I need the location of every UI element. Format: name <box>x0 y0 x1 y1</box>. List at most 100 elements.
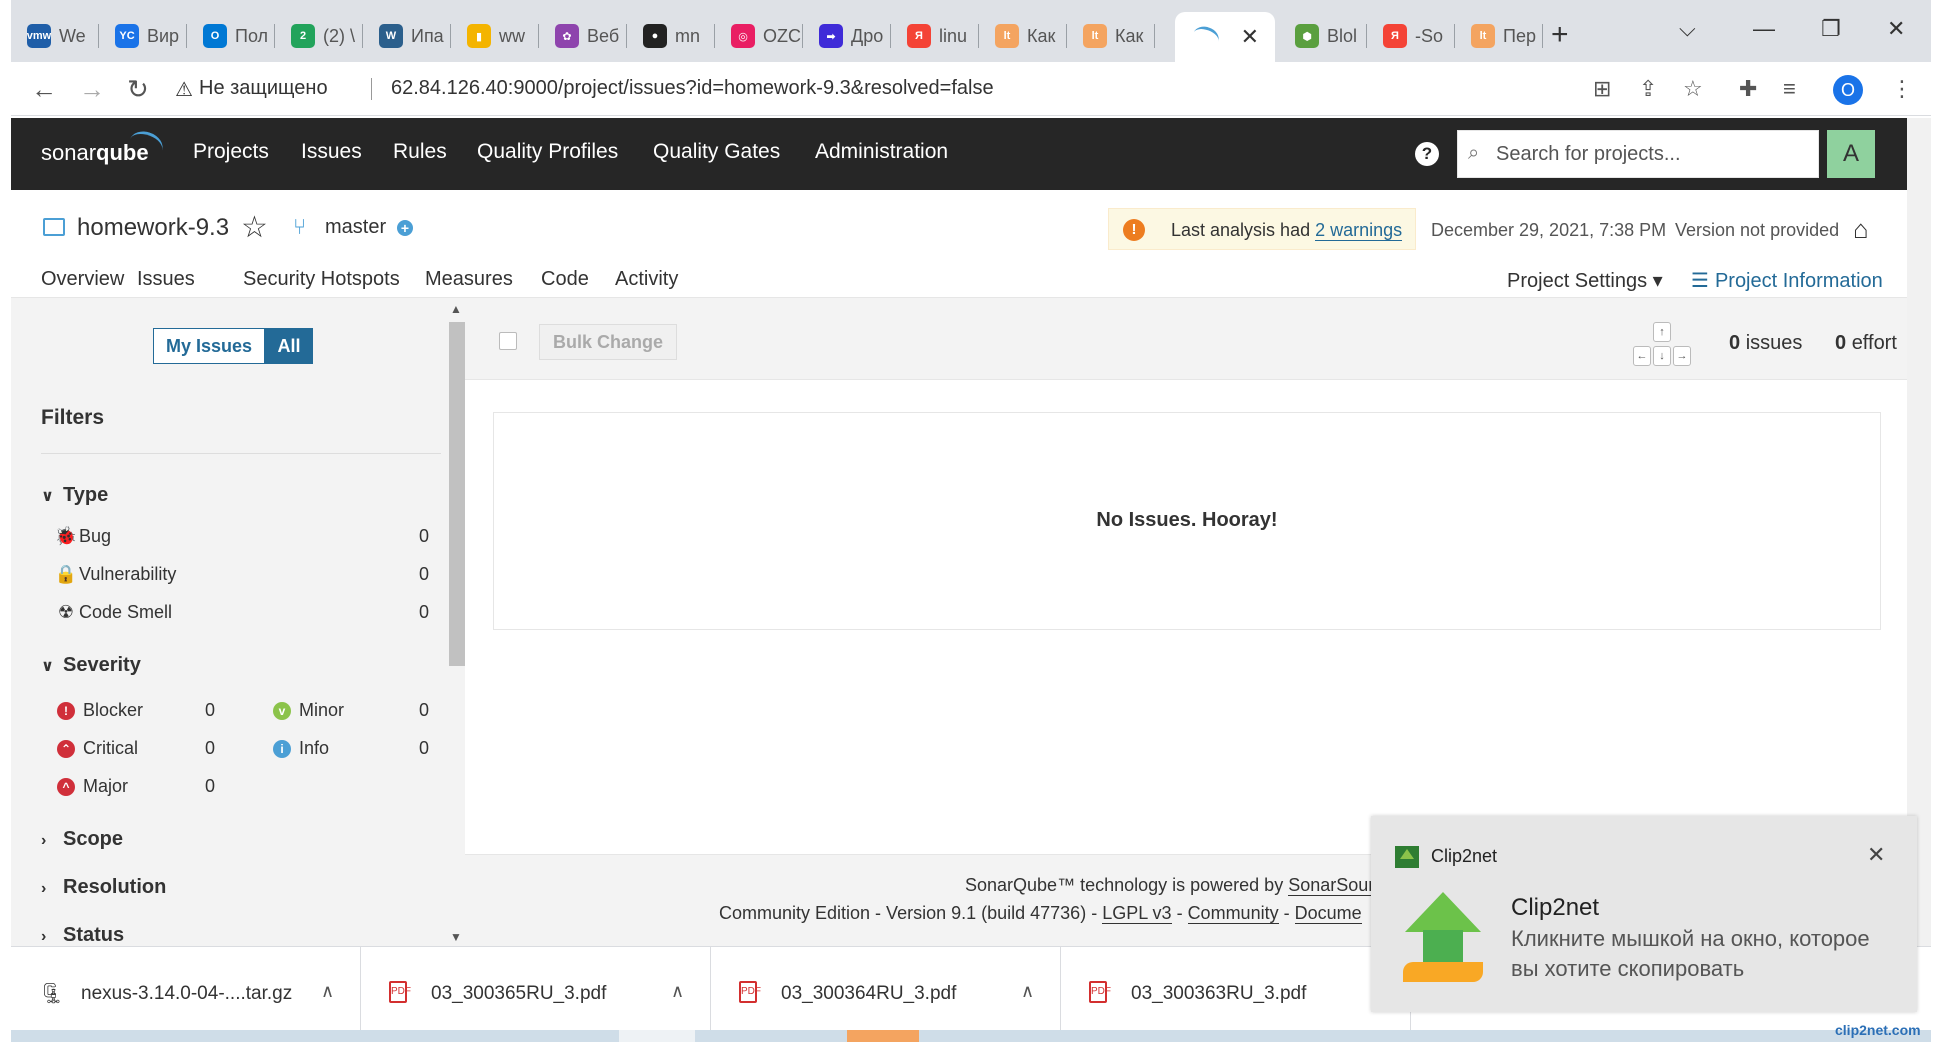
download-item[interactable]: 🗜 nexus-3.14.0-04-....tar.gz ∧ <box>11 947 361 1035</box>
chevron-up-icon[interactable]: ∧ <box>321 981 334 1002</box>
tab-issues[interactable]: Issues <box>137 268 195 302</box>
facet-resolution-header[interactable]: › Resolution <box>41 876 166 899</box>
documentation-link[interactable]: Docume <box>1294 903 1362 924</box>
browser-tab[interactable]: vmw We <box>15 20 99 52</box>
bookmark-star-icon[interactable]: ☆ <box>1683 76 1703 102</box>
browser-tab[interactable]: W Ипа <box>367 20 451 52</box>
media-control-icon[interactable]: ≡ <box>1783 76 1796 102</box>
browser-menu-icon[interactable]: ⋮ <box>1891 76 1913 102</box>
user-avatar[interactable]: A <box>1827 130 1875 178</box>
facet-item-major[interactable]: ^ Major <box>53 776 128 797</box>
facet-severity-header[interactable]: ∨ Severity <box>41 654 141 677</box>
facet-item-minor[interactable]: v Minor <box>269 700 344 721</box>
nav-quality-gates[interactable]: Quality Gates <box>653 140 780 164</box>
browser-tab[interactable]: ▮ ww <box>455 20 539 52</box>
search-input[interactable] <box>1496 131 1806 177</box>
tab-code[interactable]: Code <box>541 268 589 299</box>
tab-measures[interactable]: Measures <box>425 268 513 299</box>
window-close-button[interactable]: ✕ <box>1887 16 1905 42</box>
tab-security-hotspots[interactable]: Security Hotspots <box>243 268 400 299</box>
browser-tab[interactable]: Я -So <box>1371 20 1455 52</box>
restore-button[interactable]: ❐ <box>1821 16 1841 42</box>
browser-tab[interactable]: ⬢ Blol <box>1283 20 1367 52</box>
community-link[interactable]: Community <box>1187 903 1279 924</box>
browser-tab[interactable]: 2 (2) \ <box>279 20 363 52</box>
bulk-change-button[interactable]: Bulk Change <box>539 324 677 360</box>
project-information-link[interactable]: ☰ Project Information <box>1691 268 1883 293</box>
branch-info-icon[interactable]: + <box>397 220 413 236</box>
chevron-up-icon[interactable]: ∧ <box>1021 981 1034 1002</box>
tab-activity[interactable]: Activity <box>615 268 678 299</box>
all-issues-button[interactable]: All <box>265 328 313 364</box>
tab-overview[interactable]: Overview <box>41 268 124 299</box>
scroll-down-arrow-icon[interactable]: ▼ <box>450 930 462 944</box>
nav-issues[interactable]: Issues <box>301 140 362 164</box>
notification-close-icon[interactable]: ✕ <box>1867 842 1885 868</box>
close-tab-icon[interactable]: ✕ <box>1241 24 1259 50</box>
facet-item-info[interactable]: i Info <box>269 738 329 759</box>
share-icon[interactable]: ⇪ <box>1639 76 1657 102</box>
url-text[interactable]: 62.84.126.40:9000/project/issues?id=home… <box>391 77 994 100</box>
forward-button[interactable]: → <box>79 74 105 105</box>
facet-item-critical[interactable]: ⌃ Critical <box>53 738 138 759</box>
sidebar-scrollbar-thumb[interactable] <box>449 322 465 666</box>
download-item[interactable]: PDF 03_300363RU_3.pdf <box>1061 947 1411 1035</box>
license-link[interactable]: LGPL v3 <box>1102 903 1172 924</box>
home-icon[interactable]: ⌂ <box>1853 214 1869 245</box>
not-secure-label[interactable]: Не защищено <box>199 77 328 100</box>
tab-search-icon[interactable]: ⌵ <box>1679 16 1696 42</box>
warning-triangle-icon[interactable]: ⚠ <box>175 77 193 102</box>
reload-button[interactable]: ↻ <box>127 74 149 105</box>
help-icon[interactable]: ? <box>1415 142 1439 166</box>
facet-item-label: Minor <box>299 700 345 720</box>
key-left-icon: ← <box>1633 346 1651 366</box>
branch-name[interactable]: master <box>325 216 386 239</box>
browser-tab[interactable]: ● mn <box>631 20 715 52</box>
minimize-button[interactable]: — <box>1753 16 1775 42</box>
nav-quality-profiles[interactable]: Quality Profiles <box>477 140 618 164</box>
download-item[interactable]: PDF 03_300365RU_3.pdf ∧ <box>361 947 711 1035</box>
browser-tab[interactable]: ◎ OZC <box>719 20 803 52</box>
favorite-star-icon[interactable]: ☆ <box>241 210 268 245</box>
browser-tab[interactable]: O Пол <box>191 20 275 52</box>
facet-item-bug[interactable]: 🐞Bug <box>53 526 111 547</box>
profile-avatar[interactable]: O <box>1833 75 1863 105</box>
facet-scope-header[interactable]: › Scope <box>41 828 123 851</box>
tab-favicon-icon: ⬢ <box>1295 24 1319 48</box>
facet-type-header[interactable]: ∨ Type <box>41 484 108 507</box>
tab-favicon-icon: O <box>203 24 227 48</box>
new-tab-button[interactable]: + <box>1551 18 1569 52</box>
browser-tab[interactable]: ➡ Дро <box>807 20 891 52</box>
facet-item-blocker[interactable]: ! Blocker <box>53 700 143 721</box>
select-all-checkbox[interactable] <box>499 332 517 350</box>
browser-tab[interactable]: ✿ Веб <box>543 20 627 52</box>
warnings-link[interactable]: 2 warnings <box>1315 220 1403 241</box>
project-name[interactable]: homework-9.3 <box>77 214 229 242</box>
download-filename: 03_300365RU_3.pdf <box>431 983 607 1004</box>
sonarsource-link[interactable]: SonarSour <box>1288 875 1375 896</box>
tab-label: Дро <box>851 25 884 46</box>
tab-active-sonarqube[interactable]: ✕ <box>1175 12 1275 62</box>
facet-count-critical: 0 <box>205 738 216 758</box>
chevron-up-icon[interactable]: ∧ <box>671 981 684 1002</box>
browser-tab[interactable]: Яlinu <box>895 20 979 52</box>
nav-rules[interactable]: Rules <box>393 140 447 164</box>
scroll-up-arrow-icon[interactable]: ▲ <box>450 302 462 316</box>
translate-icon[interactable]: ⊞ <box>1593 76 1611 102</box>
facet-item-vulnerability[interactable]: 🔒Vulnerability <box>53 564 177 585</box>
extensions-icon[interactable]: ✚ <box>1739 76 1757 102</box>
facet-status-header[interactable]: › Status <box>41 924 124 946</box>
download-item[interactable]: PDF 03_300364RU_3.pdf ∧ <box>711 947 1061 1035</box>
back-button[interactable]: ← <box>31 74 57 105</box>
omnibox[interactable]: ⚠ Не защищено 62.84.126.40:9000/project/… <box>171 70 1631 108</box>
browser-tab[interactable]: lt Как <box>1071 20 1155 52</box>
nav-administration[interactable]: Administration <box>815 140 948 164</box>
browser-tab[interactable]: YC Вир <box>103 20 187 52</box>
my-issues-button[interactable]: My Issues <box>153 328 265 364</box>
browser-tab[interactable]: lt Как <box>983 20 1067 52</box>
nav-projects[interactable]: Projects <box>193 140 269 164</box>
browser-tab[interactable]: lt Пер <box>1459 20 1543 52</box>
clip2net-notification[interactable]: Clip2net ✕ Clip2net Кликните мышкой на о… <box>1371 816 1917 1012</box>
facet-item-code-smell[interactable]: ☢ Code Smell <box>53 602 172 623</box>
project-settings-dropdown[interactable]: Project Settings ▾ <box>1507 268 1663 293</box>
